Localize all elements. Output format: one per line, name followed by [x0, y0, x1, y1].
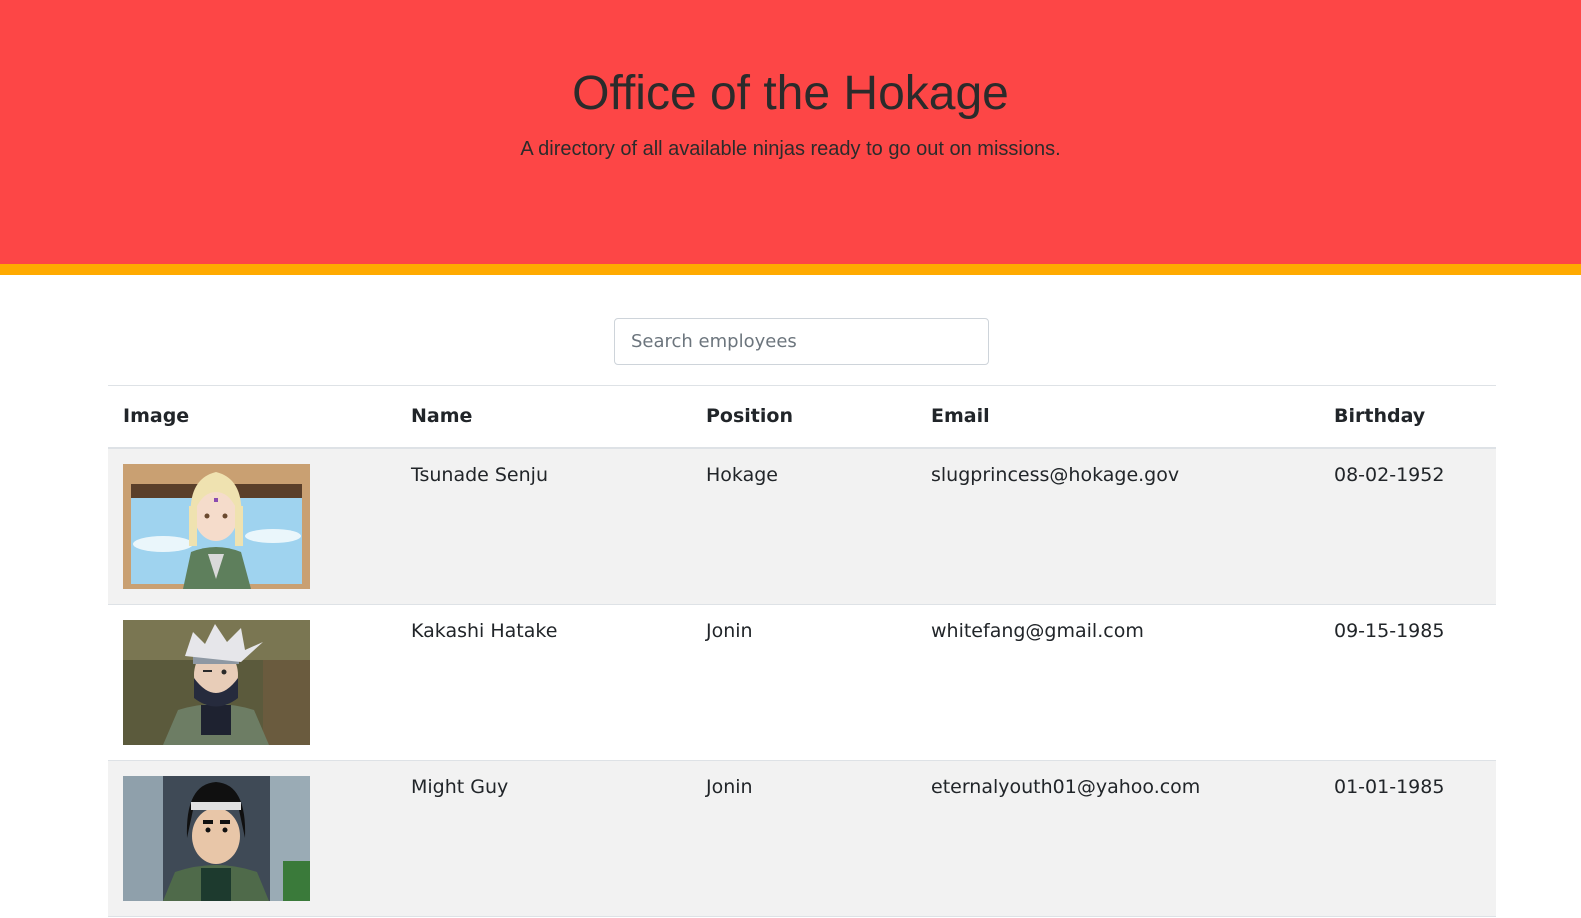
- table-header-row: Image Name Position Email Birthday: [108, 385, 1496, 449]
- table-row: Kakashi Hatake Jonin whitefang@gmail.com…: [108, 604, 1496, 761]
- hero-banner: Office of the Hokage A directory of all …: [0, 0, 1581, 264]
- employee-avatar: [123, 775, 310, 901]
- employee-avatar: [123, 463, 310, 589]
- table-row: Tsunade Senju Hokage slugprincess@hokage…: [108, 447, 1496, 605]
- cell-birthday: 08-02-1952: [1319, 447, 1496, 605]
- column-header-email[interactable]: Email: [916, 385, 1319, 449]
- cell-image: [108, 760, 396, 917]
- employee-table: Image Name Position Email Birthday Tsuna…: [108, 385, 1496, 917]
- cell-image: [108, 604, 396, 761]
- cell-name: Kakashi Hatake: [396, 604, 691, 761]
- table-row: Might Guy Jonin eternalyouth01@yahoo.com…: [108, 760, 1496, 917]
- column-header-name[interactable]: Name: [396, 385, 691, 449]
- cell-position: Hokage: [691, 447, 916, 605]
- search-input[interactable]: [614, 318, 989, 365]
- page-title: Office of the Hokage: [572, 67, 1009, 120]
- cell-email: slugprincess@hokage.gov: [916, 447, 1319, 605]
- cell-image: [108, 447, 396, 605]
- column-header-position[interactable]: Position: [691, 385, 916, 449]
- cell-position: Jonin: [691, 604, 916, 761]
- cell-birthday: 01-01-1985: [1319, 760, 1496, 917]
- cell-birthday: 09-15-1985: [1319, 604, 1496, 761]
- employee-avatar: [123, 619, 310, 745]
- cell-email: eternalyouth01@yahoo.com: [916, 760, 1319, 917]
- column-header-image[interactable]: Image: [108, 385, 396, 449]
- column-header-birthday[interactable]: Birthday: [1319, 385, 1496, 449]
- cell-name: Tsunade Senju: [396, 447, 691, 605]
- accent-divider: [0, 264, 1581, 275]
- page-subtitle: A directory of all available ninjas read…: [520, 138, 1061, 160]
- cell-position: Jonin: [691, 760, 916, 917]
- cell-email: whitefang@gmail.com: [916, 604, 1319, 761]
- cell-name: Might Guy: [396, 760, 691, 917]
